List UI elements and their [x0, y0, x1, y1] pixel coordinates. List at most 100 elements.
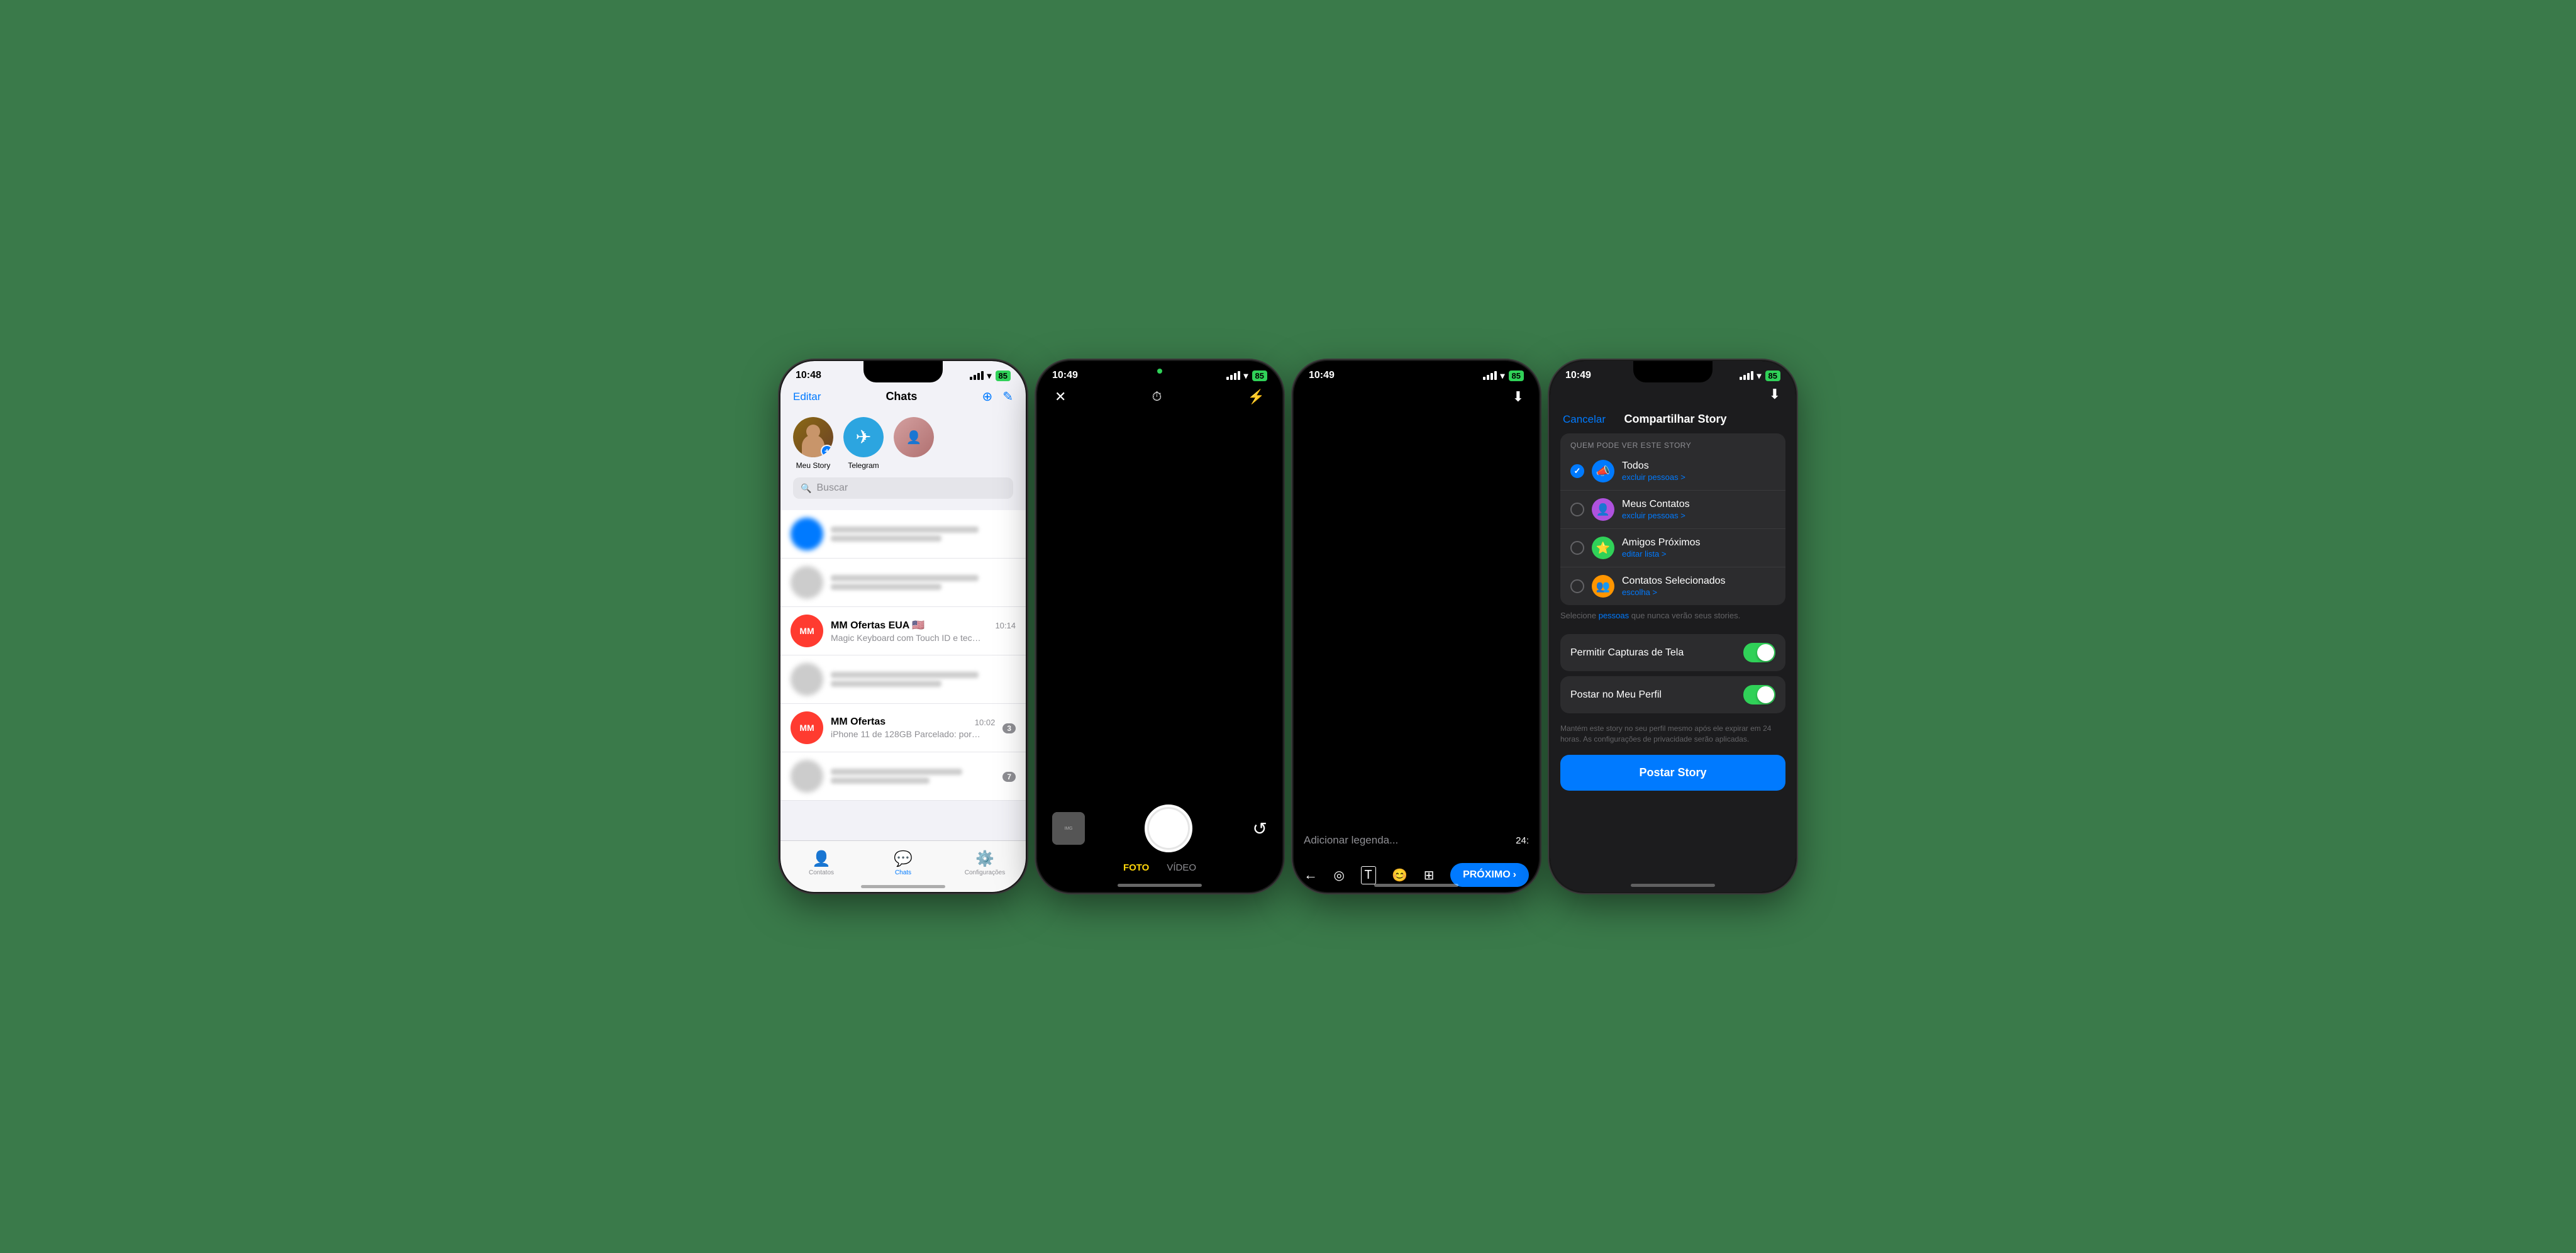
shutter-button[interactable] — [1145, 805, 1192, 852]
story-item-3[interactable]: 👤 — [894, 417, 934, 470]
camera-thumbnail[interactable]: IMG — [1052, 812, 1085, 845]
share-option-contatos[interactable]: 👤 Meus Contatos excluir pessoas > — [1560, 491, 1785, 529]
pessoas-link[interactable]: pessoas — [1599, 611, 1629, 620]
story-viewfinder — [1294, 410, 1539, 828]
camera-top-controls: ✕ ⏱ ⚡ — [1037, 384, 1282, 410]
blurred-line — [831, 584, 941, 590]
selecionados-sub[interactable]: escolha > — [1622, 588, 1775, 597]
share-option-amigos[interactable]: ⭐ Amigos Próximos editar lista > — [1560, 529, 1785, 567]
flip-camera-button[interactable]: ↺ — [1253, 818, 1267, 839]
blurred-line — [831, 672, 979, 678]
share-story-title: Compartilhar Story — [1624, 413, 1727, 426]
todos-sub[interactable]: excluir pessoas > — [1622, 472, 1775, 482]
radio-selecionados — [1570, 579, 1584, 593]
wifi-icon-2: ▾ — [1244, 370, 1248, 381]
tab-contatos-label: Contatos — [809, 869, 834, 876]
close-camera-button[interactable]: ✕ — [1055, 389, 1066, 405]
blurred-content — [831, 524, 1016, 544]
new-group-button[interactable]: ⊕ — [982, 389, 992, 404]
adjust-tool[interactable]: ⊞ — [1424, 867, 1435, 883]
battery-3: 85 — [1509, 370, 1524, 381]
pessoas-note: Selecione pessoas que nunca verão seus s… — [1550, 605, 1796, 628]
status-time-4: 10:49 — [1565, 370, 1591, 381]
chats-header: Editar Chats ⊕ ✎ + Meu Stor — [780, 384, 1026, 510]
tab-chats[interactable]: 💬 Chats — [862, 850, 944, 876]
battery-4: 85 — [1765, 370, 1780, 381]
phone-chats: 10:48 ▾ 85 Editar Chats — [780, 361, 1026, 892]
chat-item-blurred-2[interactable] — [780, 559, 1026, 607]
blurred-line — [831, 526, 979, 533]
chats-title: Chats — [886, 390, 917, 403]
chats-nav: Editar Chats ⊕ ✎ — [793, 389, 1013, 404]
camera-bottom: IMG ↺ FOTO VÍDEO — [1037, 792, 1282, 892]
compose-button[interactable]: ✎ — [1002, 389, 1013, 404]
stories-row: + Meu Story ✈ Telegram — [793, 412, 1013, 477]
story-avatar-meu: + — [793, 417, 833, 457]
mode-foto[interactable]: FOTO — [1123, 862, 1149, 873]
flash-icon[interactable]: ⚡ — [1248, 389, 1265, 405]
chat-item-mm[interactable]: MM MM Ofertas 10:02 iPhone 11 de 128GB P… — [780, 704, 1026, 752]
next-button[interactable]: PRÓXIMO › — [1450, 863, 1529, 887]
toggle-capturas: Permitir Capturas de Tela — [1560, 634, 1785, 671]
share-top-download: ⬇ — [1550, 384, 1796, 403]
notch-4 — [1633, 361, 1713, 382]
next-arrow: › — [1513, 869, 1516, 881]
blurred-content-4 — [831, 766, 995, 786]
chat-item-blurred-3[interactable] — [780, 655, 1026, 704]
toggle-perfil-switch[interactable] — [1743, 685, 1775, 704]
tab-bar: 👤 Contatos 💬 Chats ⚙️ Configurações — [780, 840, 1026, 892]
story-name-telegram: Telegram — [848, 461, 879, 470]
signal-icon — [970, 371, 984, 380]
todos-name: Todos — [1622, 460, 1775, 472]
chat-avatar-mm2: MM — [791, 711, 823, 744]
signal-icon-2 — [1226, 371, 1240, 380]
caption-input[interactable]: Adicionar legenda... — [1304, 834, 1398, 847]
post-story-button[interactable]: Postar Story — [1560, 755, 1785, 791]
blurred-avatar-3 — [791, 663, 823, 696]
contatos-icon: 👤 — [812, 850, 831, 868]
todos-icon: 📣 — [1592, 460, 1614, 482]
amigos-sub[interactable]: editar lista > — [1622, 549, 1775, 559]
circle-tool[interactable]: ◎ — [1334, 867, 1345, 883]
mode-video[interactable]: VÍDEO — [1167, 862, 1196, 873]
phones-container: 10:48 ▾ 85 Editar Chats — [0, 336, 2576, 917]
chat-time-mm1: 10:14 — [995, 621, 1016, 630]
search-bar[interactable]: 🔍 Buscar — [793, 477, 1013, 499]
tab-configuracoes[interactable]: ⚙️ Configurações — [944, 850, 1026, 876]
emoji-tool[interactable]: 😊 — [1392, 867, 1407, 883]
toggle-capturas-label: Permitir Capturas de Tela — [1570, 647, 1684, 659]
chat-item-blurred-4[interactable]: 7 — [780, 752, 1026, 801]
download-icon-4[interactable]: ⬇ — [1769, 386, 1780, 403]
timer-icon[interactable]: ⏱ — [1152, 390, 1162, 404]
status-icons-2: ▾ 85 — [1226, 370, 1268, 381]
share-option-todos[interactable]: 📣 Todos excluir pessoas > — [1560, 452, 1785, 491]
camera-controls: IMG ↺ — [1052, 805, 1267, 852]
tab-config-label: Configurações — [965, 869, 1005, 876]
chat-top-mm2: MM Ofertas 10:02 — [831, 716, 995, 728]
status-icons-1: ▾ 85 — [970, 370, 1011, 381]
chat-item-blurred-1[interactable] — [780, 510, 1026, 559]
status-icons-4: ▾ 85 — [1740, 370, 1781, 381]
share-option-selecionados[interactable]: 👥 Contatos Selecionados escolha > — [1560, 567, 1785, 605]
camera-mode-tabs: FOTO VÍDEO — [1052, 862, 1267, 873]
toggle-capturas-switch[interactable] — [1743, 643, 1775, 662]
story-item-meu[interactable]: + Meu Story — [793, 417, 833, 470]
edit-button[interactable]: Editar — [793, 391, 821, 403]
chat-time-mm2: 10:02 — [975, 718, 996, 727]
download-icon-3[interactable]: ⬇ — [1513, 389, 1524, 405]
contatos-option-sub[interactable]: excluir pessoas > — [1622, 511, 1775, 520]
share-header: Cancelar Compartilhar Story — [1550, 403, 1796, 433]
chat-badge-blurred: 7 — [1002, 772, 1016, 782]
blurred-content-3 — [831, 669, 1016, 689]
back-button-story[interactable]: ← — [1304, 867, 1318, 883]
status-time-1: 10:48 — [796, 370, 821, 381]
contatos-option-icon: 👤 — [1592, 498, 1614, 521]
amigos-content: Amigos Próximos editar lista > — [1622, 537, 1775, 559]
tab-contatos[interactable]: 👤 Contatos — [780, 850, 862, 876]
cancel-button[interactable]: Cancelar — [1563, 413, 1606, 426]
text-tool[interactable]: T — [1361, 866, 1376, 884]
home-indicator — [861, 885, 945, 888]
chat-item-mm-eua[interactable]: MM MM Ofertas EUA 🇺🇸 10:14 Magic Keyboar… — [780, 607, 1026, 655]
selecionados-icon: 👥 — [1592, 575, 1614, 598]
story-item-telegram[interactable]: ✈ Telegram — [843, 417, 884, 470]
